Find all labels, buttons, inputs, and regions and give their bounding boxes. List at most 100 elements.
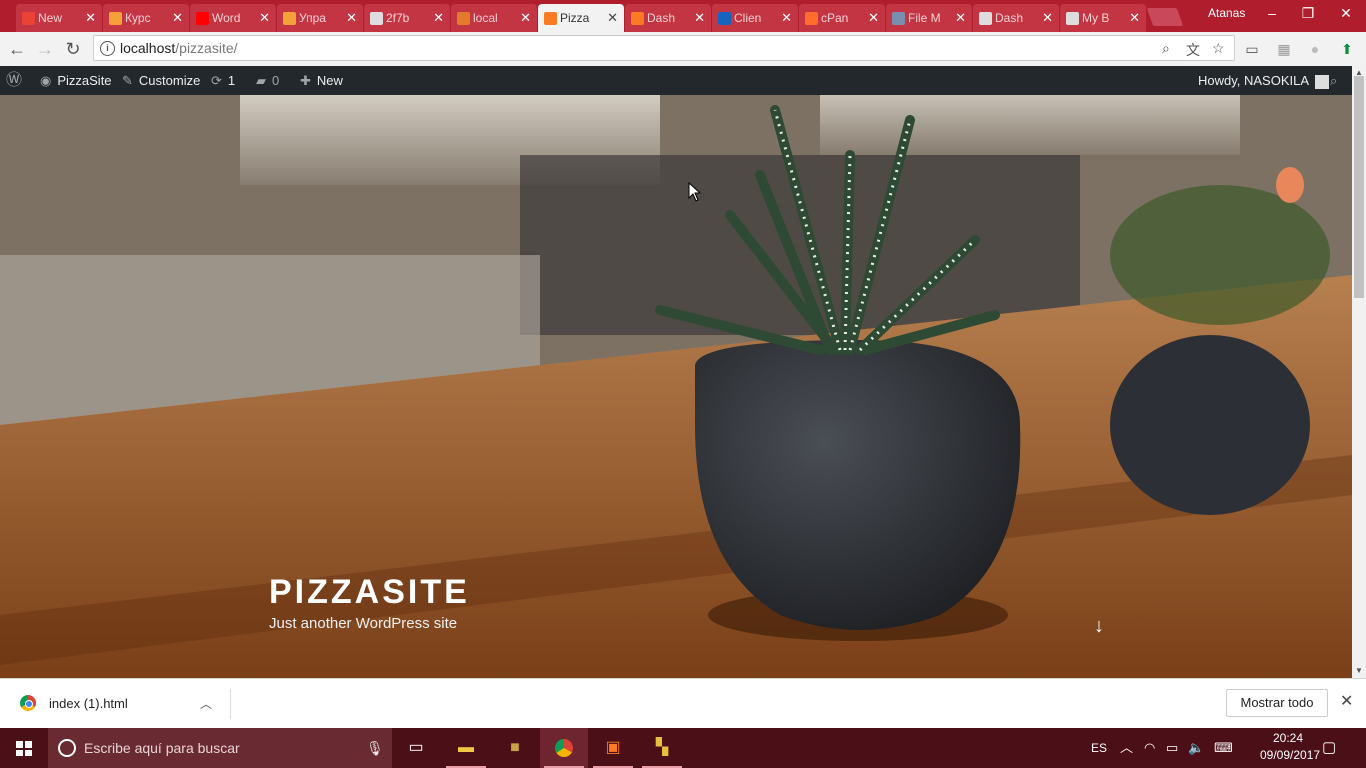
chevron-up-icon[interactable]: ︿ (200, 689, 212, 719)
browser-tab[interactable]: 2f7b ✕ (364, 4, 450, 32)
wordpress-logo-icon[interactable]: Ⓦ (6, 66, 22, 95)
keyboard-icon[interactable]: ⌨ (1214, 728, 1233, 768)
tab-close-icon[interactable]: ✕ (85, 4, 96, 32)
customize-label: Customize (138, 73, 201, 88)
wifi-icon[interactable]: ◠ (1144, 728, 1155, 768)
tab-strip: New ✕ Курс ✕ Word ✕ Упра ✕ 2f7b ✕ local ✕ Pizza ✕ Dash… (0, 0, 1366, 32)
tab-favicon-icon (718, 12, 731, 25)
customize-link[interactable]: ✎ Customize (122, 66, 200, 95)
microphone-icon[interactable]: 🎙 (366, 728, 384, 768)
new-content-menu[interactable]: ✚ New (300, 66, 343, 95)
translate-icon[interactable]: 文 (1186, 40, 1200, 60)
start-button[interactable] (0, 728, 48, 768)
show-all-button[interactable]: Mostrar todo (1226, 689, 1328, 717)
tab-close-icon[interactable]: ✕ (346, 4, 357, 32)
extension-icon[interactable]: ▦ (1275, 40, 1293, 58)
browser-tab[interactable]: New ✕ (16, 4, 102, 32)
tab-close-icon[interactable]: ✕ (433, 4, 444, 32)
tab-favicon-icon (805, 12, 818, 25)
new-tab-button[interactable] (1146, 8, 1184, 26)
comments-link[interactable]: ▰ 0 (256, 66, 279, 95)
back-icon[interactable]: ← (4, 32, 30, 66)
url-text[interactable]: localhost/pizzasite/ (120, 36, 238, 60)
scroll-down-icon[interactable]: ↓ (1094, 615, 1104, 638)
comment-icon: ▰ (256, 73, 266, 88)
updates-icon: ⟳ (211, 73, 222, 88)
browser-tab[interactable]: cPan ✕ (799, 4, 885, 32)
forward-icon[interactable]: → (32, 32, 58, 66)
browser-tab[interactable]: Упра ✕ (277, 4, 363, 32)
tab-close-icon[interactable]: ✕ (1042, 4, 1053, 32)
tab-label: cPan (821, 11, 849, 25)
tab-favicon-icon (544, 12, 557, 25)
tab-close-icon[interactable]: ✕ (520, 4, 531, 32)
tab-close-icon[interactable]: ✕ (607, 4, 618, 32)
url-path: /pizzasite/ (175, 40, 238, 56)
browser-tab[interactable]: Dash ✕ (973, 4, 1059, 32)
language-indicator[interactable]: ES (1091, 728, 1107, 768)
volume-icon[interactable]: 🔈 (1188, 728, 1204, 768)
tab-favicon-icon (196, 12, 209, 25)
browser-tab[interactable]: Clien ✕ (712, 4, 798, 32)
scroll-thumb[interactable] (1354, 76, 1364, 298)
browser-tab[interactable]: Dash ✕ (625, 4, 711, 32)
profile-name[interactable]: Atanas (1208, 0, 1245, 26)
action-center-icon[interactable]: ▢ (1322, 728, 1336, 768)
tab-label: Dash (647, 11, 676, 25)
search-placeholder: Escribe aquí para buscar (84, 740, 240, 756)
tab-close-icon[interactable]: ✕ (259, 4, 270, 32)
info-icon[interactable]: i (100, 41, 115, 56)
file-explorer-icon[interactable]: ▬ (442, 728, 490, 768)
chrome-icon[interactable] (540, 728, 588, 768)
site-tagline: Just another WordPress site (269, 615, 458, 632)
system-clock[interactable]: 20:24 09/09/2017 (1260, 730, 1320, 764)
tab-label: Word (212, 11, 241, 25)
xampp-icon[interactable]: ▣ (589, 728, 637, 768)
taskbar-search[interactable]: Escribe aquí para buscar 🎙 (48, 728, 392, 768)
howdy-label: Howdy, NASOKILA (1198, 73, 1310, 88)
tab-label: Dash (995, 11, 1024, 25)
browser-tab[interactable]: Word ✕ (190, 4, 276, 32)
browser-tab[interactable]: Курс ✕ (103, 4, 189, 32)
browser-tab[interactable]: My B ✕ (1060, 4, 1146, 32)
tab-close-icon[interactable]: ✕ (868, 4, 879, 32)
updates-link[interactable]: ⟳ 1 (211, 66, 235, 95)
update-icon[interactable]: ⬆ (1338, 40, 1356, 58)
site-name-menu[interactable]: ◉ PizzaSite (40, 66, 112, 95)
tab-close-icon[interactable]: ✕ (172, 4, 183, 32)
zoom-icon[interactable]: ⌕ (1162, 40, 1170, 57)
page-scrollbar[interactable]: ▲ ▼ (1352, 66, 1366, 678)
cast-icon[interactable]: ▭ (1243, 40, 1261, 58)
download-bar: index (1).html ︿ Mostrar todo ✕ (0, 678, 1366, 728)
minimize-icon[interactable]: – (1254, 0, 1290, 26)
admin-search-icon[interactable]: ⌕ (1330, 66, 1337, 95)
browser-tab[interactable]: Pizza ✕ (538, 4, 624, 32)
filezilla-icon[interactable]: ▚ (638, 728, 686, 768)
reload-icon[interactable]: ↻ (60, 32, 86, 66)
tab-close-icon[interactable]: ✕ (781, 4, 792, 32)
sublime-text-icon[interactable]: ■ (491, 728, 539, 768)
account-menu[interactable]: Howdy, NASOKILA (1198, 66, 1330, 95)
tab-close-icon[interactable]: ✕ (694, 4, 705, 32)
battery-icon[interactable]: ▭ (1166, 728, 1178, 768)
tab-close-icon[interactable]: ✕ (955, 4, 966, 32)
tab-close-icon[interactable]: ✕ (1129, 4, 1140, 32)
hero-image (0, 95, 1352, 678)
tab-favicon-icon (370, 12, 383, 25)
browser-tab[interactable]: File M ✕ (886, 4, 972, 32)
tab-favicon-icon (457, 12, 470, 25)
browser-tab[interactable]: local ✕ (451, 4, 537, 32)
scroll-down-arrow-icon[interactable]: ▼ (1352, 666, 1366, 675)
extension-circle-icon[interactable]: ● (1306, 40, 1324, 58)
tab-label: local (473, 11, 498, 25)
close-icon[interactable]: ✕ (1340, 691, 1353, 711)
address-bar[interactable]: i localhost/pizzasite/ ⌕ 文 ☆ (93, 35, 1235, 61)
chrome-file-icon (20, 695, 36, 711)
task-view-icon[interactable]: ▭ (392, 728, 440, 768)
download-item[interactable]: index (1).html ︿ (16, 689, 231, 719)
restore-icon[interactable]: ❐ (1290, 0, 1326, 26)
bookmark-star-icon[interactable]: ☆ (1212, 40, 1225, 57)
close-window-icon[interactable]: ✕ (1328, 0, 1364, 26)
site-title[interactable]: PIZZASITE (269, 573, 470, 612)
chevron-up-icon[interactable]: ︿ (1120, 728, 1133, 768)
